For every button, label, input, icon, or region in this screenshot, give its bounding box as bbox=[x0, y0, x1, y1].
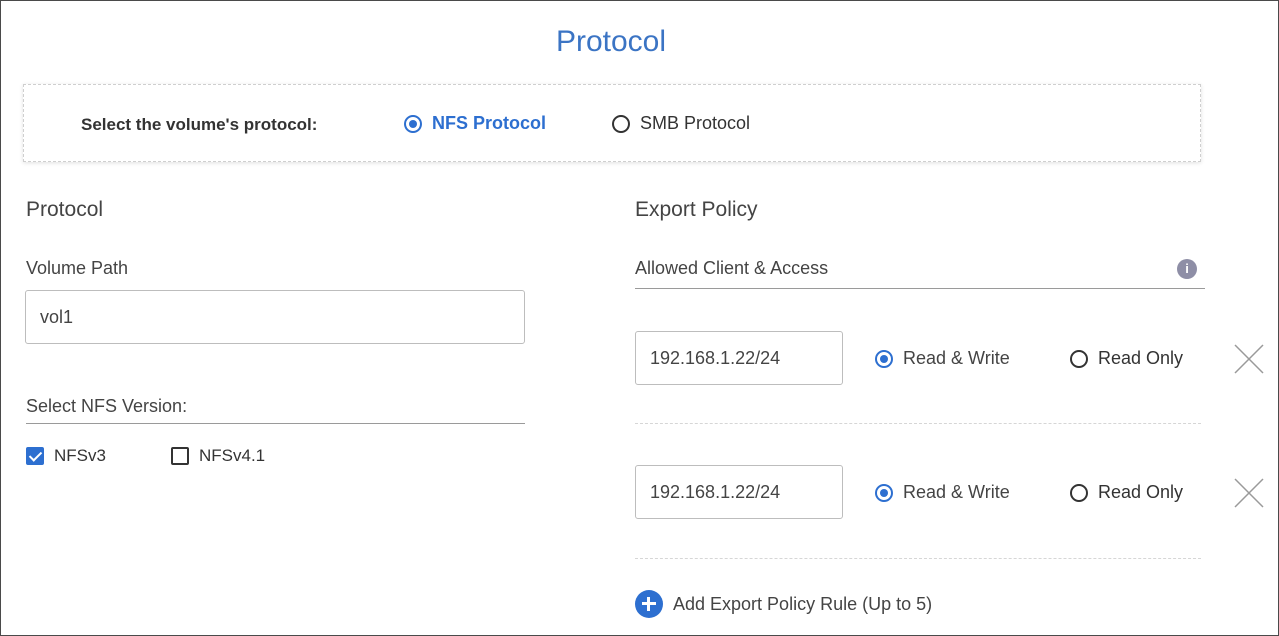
checkbox-unchecked-icon bbox=[171, 447, 189, 465]
divider bbox=[635, 558, 1201, 559]
radio-unselected-icon bbox=[1070, 349, 1088, 368]
close-icon[interactable] bbox=[1233, 477, 1265, 509]
volume-path-label: Volume Path bbox=[26, 258, 129, 278]
add-rule-label: Add Export Policy Rule (Up to 5) bbox=[673, 593, 933, 614]
read-write-label: Read & Write bbox=[903, 348, 1010, 368]
close-icon[interactable] bbox=[1233, 343, 1265, 375]
divider bbox=[26, 423, 525, 424]
radio-unselected-icon bbox=[612, 114, 630, 133]
add-icon bbox=[635, 590, 663, 618]
nfs-protocol-radio[interactable]: NFS Protocol bbox=[404, 113, 546, 134]
smb-protocol-label: SMB Protocol bbox=[640, 113, 751, 133]
read-write-label: Read & Write bbox=[903, 482, 1010, 502]
smb-protocol-radio[interactable]: SMB Protocol bbox=[612, 113, 750, 134]
protocol-heading: Protocol bbox=[26, 198, 104, 221]
radio-selected-icon bbox=[875, 349, 893, 368]
protocol-select-box: Select the volume's protocol: NFS Protoc… bbox=[23, 84, 1201, 162]
export-policy-heading: Export Policy bbox=[635, 198, 758, 221]
nfsv41-label: NFSv4.1 bbox=[199, 446, 266, 465]
nfs-version-label: Select NFS Version: bbox=[26, 396, 188, 416]
radio-unselected-icon bbox=[1070, 483, 1088, 502]
nfsv3-checkbox[interactable]: NFSv3 bbox=[26, 446, 106, 466]
read-only-label: Read Only bbox=[1098, 482, 1184, 502]
client-ip-input[interactable] bbox=[635, 331, 843, 385]
client-ip-input[interactable] bbox=[635, 465, 843, 519]
protocol-panel: Protocol Select the volume's protocol: N… bbox=[0, 0, 1279, 636]
divider bbox=[635, 288, 1205, 289]
read-write-radio[interactable]: Read & Write bbox=[875, 348, 1010, 369]
nfs-protocol-label: NFS Protocol bbox=[432, 113, 547, 133]
nfsv3-label: NFSv3 bbox=[54, 446, 106, 465]
page-title: Protocol bbox=[555, 25, 667, 58]
checkbox-checked-icon bbox=[26, 447, 44, 465]
protocol-select-label: Select the volume's protocol: bbox=[81, 115, 318, 134]
allowed-client-label: Allowed Client & Access bbox=[635, 258, 829, 278]
divider bbox=[635, 423, 1201, 424]
read-only-radio[interactable]: Read Only bbox=[1070, 348, 1183, 369]
read-only-label: Read Only bbox=[1098, 348, 1184, 368]
info-icon[interactable]: i bbox=[1177, 259, 1197, 279]
radio-selected-icon bbox=[875, 483, 893, 502]
read-write-radio[interactable]: Read & Write bbox=[875, 482, 1010, 503]
volume-path-input[interactable] bbox=[25, 290, 525, 344]
radio-selected-icon bbox=[404, 114, 422, 133]
add-export-policy-rule-button[interactable]: Add Export Policy Rule (Up to 5) bbox=[635, 590, 932, 618]
read-only-radio[interactable]: Read Only bbox=[1070, 482, 1183, 503]
nfsv41-checkbox[interactable]: NFSv4.1 bbox=[171, 446, 265, 466]
